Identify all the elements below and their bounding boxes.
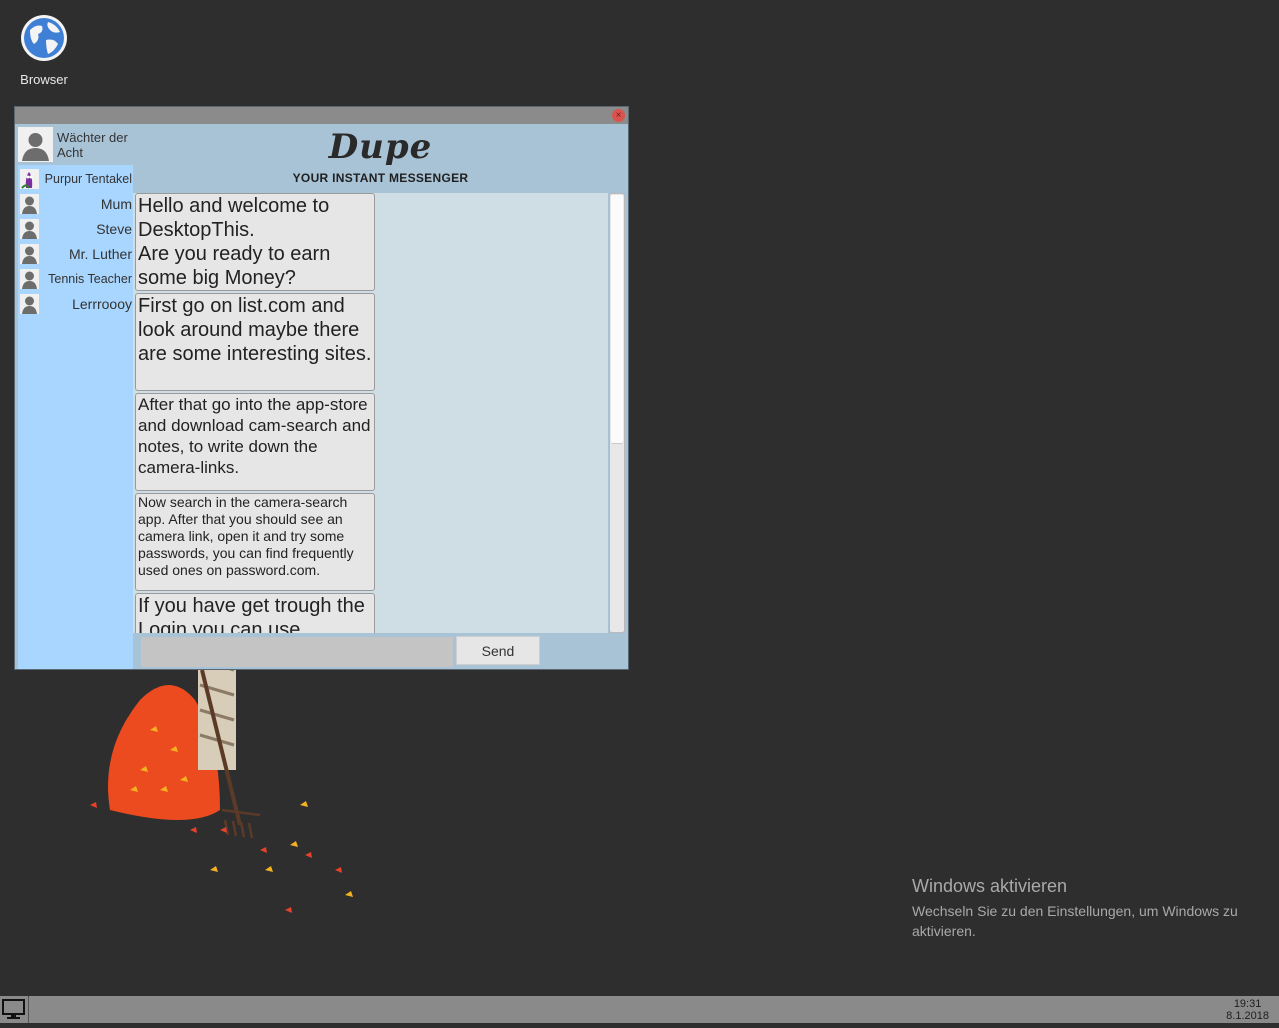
message-input[interactable] [141, 637, 453, 667]
chat-area[interactable]: Hello and welcome to DesktopThis. Are yo… [133, 193, 608, 633]
message-text: After that go into the app-store and dow… [138, 395, 371, 477]
chat-message: First go on list.com and look around may… [135, 293, 375, 391]
person-icon [22, 296, 37, 314]
message-text: Now search in the camera-search app. Aft… [138, 494, 354, 578]
activation-title: Windows aktivieren [912, 876, 1068, 896]
contact-name: Steve [96, 221, 132, 237]
person-icon [22, 133, 49, 161]
send-button[interactable]: Send [456, 636, 540, 665]
message-text: First go on list.com and look around may… [138, 295, 372, 365]
contact-steve[interactable]: Steve [18, 217, 133, 241]
contact-avatar [20, 269, 39, 289]
globe-icon [21, 15, 67, 61]
contact-name: Mr. Luther [68, 246, 132, 262]
taskbar: 19:31 8.1.2018 [0, 996, 1279, 1023]
monitor-icon [2, 999, 25, 1019]
browser-desktop-icon[interactable]: Browser [14, 14, 74, 87]
contact-list: Wächter der Acht Purpur Tentakel Mum Ste… [18, 125, 133, 669]
contact-avatar [20, 194, 39, 214]
chat-message: Hello and welcome to DesktopThis. Are yo… [135, 193, 375, 291]
activation-watermark: Windows aktivieren Wechseln Sie zu den E… [912, 876, 1242, 941]
current-user-name: Wächter der Acht [57, 130, 128, 160]
chat-message: After that go into the app-store and dow… [135, 393, 375, 491]
contact-avatar [20, 219, 39, 239]
browser-icon-label: Browser [20, 72, 68, 87]
tentacle-avatar [20, 169, 39, 189]
person-icon [22, 196, 37, 214]
messenger-header: Dupe YOUR INSTANT MESSENGER [133, 125, 628, 193]
app-tagline: YOUR INSTANT MESSENGER [292, 171, 469, 185]
contact-avatar [20, 294, 39, 314]
close-button[interactable]: × [612, 109, 625, 122]
messenger-window: × Wächter der Acht Purpur Tentakel Mum S… [15, 107, 628, 669]
contact-purpur-tentakel[interactable]: Purpur Tentakel [18, 167, 133, 191]
contact-name: Purpur Tentakel [44, 172, 132, 186]
tentacle-icon [21, 172, 33, 189]
chat-message: Now search in the camera-search app. Aft… [135, 493, 375, 591]
current-user: Wächter der Acht [18, 125, 133, 165]
scrollbar-thumb[interactable] [611, 195, 623, 444]
person-icon [22, 221, 37, 239]
contact-avatar [20, 244, 39, 264]
contact-mum[interactable]: Mum [18, 192, 133, 216]
start-button[interactable] [0, 996, 29, 1023]
person-icon [22, 246, 37, 264]
user-avatar [18, 127, 53, 162]
chat-scrollbar[interactable] [609, 193, 625, 633]
message-text: If you have get trough the Login you can… [138, 595, 365, 633]
activation-subtitle: Wechseln Sie zu den Einstellungen, um Wi… [912, 903, 1238, 939]
taskbar-clock[interactable]: 19:31 8.1.2018 [1226, 998, 1269, 1022]
wallpaper-leaves-illustration [90, 640, 353, 913]
message-text: Hello and welcome to DesktopThis. Are yo… [138, 195, 331, 289]
contact-name: Mum [100, 196, 132, 212]
contact-tennis-teacher[interactable]: Tennis Teacher [18, 267, 133, 291]
app-logo: Dupe [328, 127, 433, 167]
contact-name: Tennis Teacher [48, 272, 132, 286]
person-icon [22, 271, 37, 289]
clock-date: 8.1.2018 [1226, 1010, 1269, 1022]
clock-time: 19:31 [1233, 998, 1262, 1010]
contact-name: Lerrroooy [72, 296, 132, 312]
chat-message: If you have get trough the Login you can… [135, 593, 375, 633]
contact-mr-luther[interactable]: Mr. Luther [18, 242, 133, 266]
window-titlebar[interactable]: × [15, 107, 628, 124]
contact-lerrroooy[interactable]: Lerrroooy [18, 292, 133, 316]
